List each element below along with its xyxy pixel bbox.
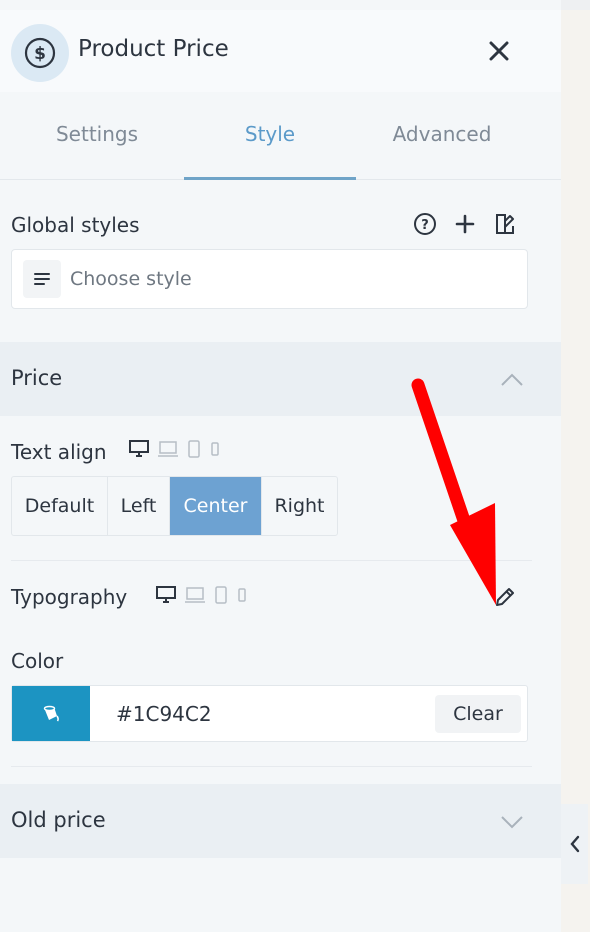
align-center-button[interactable]: Center — [170, 477, 262, 535]
edit-style-icon[interactable] — [492, 211, 518, 237]
paint-bucket-icon — [43, 705, 59, 721]
svg-text:$: $ — [34, 44, 46, 64]
desktop-icon[interactable] — [156, 586, 176, 604]
color-label: Color — [11, 649, 64, 673]
plus-icon[interactable] — [452, 211, 478, 237]
mobile-icon[interactable] — [209, 440, 221, 458]
typography-label: Typography — [11, 585, 128, 609]
desktop-icon[interactable] — [129, 440, 149, 458]
tab-advanced[interactable]: Advanced — [356, 122, 528, 146]
text-align-segmented-control: Default Left Center Right — [11, 476, 338, 536]
laptop-icon[interactable] — [184, 586, 206, 604]
tab-settings[interactable]: Settings — [11, 122, 183, 146]
tablet-icon[interactable] — [187, 440, 201, 458]
old-price-section-label: Old price — [11, 808, 106, 832]
panel-header: $ Product Price — [0, 10, 561, 92]
align-right-button[interactable]: Right — [262, 477, 337, 535]
style-panel: $ Product Price Settings Style Advanced … — [0, 0, 561, 932]
chevron-down-icon[interactable] — [498, 808, 526, 836]
global-style-select[interactable]: Choose style — [11, 249, 528, 309]
select-placeholder: Choose style — [70, 268, 192, 290]
color-hex-value[interactable]: #1C94C2 — [116, 702, 212, 726]
canvas-edge — [561, 0, 590, 932]
text-align-responsive-devices — [129, 440, 221, 458]
close-icon[interactable] — [484, 36, 514, 66]
chevron-left-icon — [569, 835, 579, 853]
old-price-section-header[interactable]: Old price — [0, 784, 561, 858]
collapse-panel-button[interactable] — [561, 804, 588, 884]
align-left-button[interactable]: Left — [108, 477, 170, 535]
clear-color-button[interactable]: Clear — [435, 695, 521, 733]
text-align-label: Text align — [11, 440, 107, 464]
laptop-icon[interactable] — [157, 440, 179, 458]
dollar-circle-icon: $ — [11, 24, 69, 82]
panel-title: Product Price — [78, 36, 229, 62]
tab-bar: Settings Style Advanced — [0, 92, 561, 180]
color-swatch[interactable] — [12, 686, 90, 741]
global-styles-label: Global styles — [11, 213, 140, 237]
price-section-label: Price — [11, 366, 63, 390]
typography-responsive-devices — [156, 586, 248, 604]
divider — [11, 766, 532, 767]
tab-style[interactable]: Style — [184, 122, 356, 146]
help-icon[interactable]: ? — [412, 211, 438, 237]
red-arrow-annotation — [411, 378, 496, 605]
canvas-edge-top — [561, 0, 590, 10]
color-picker-field[interactable]: #1C94C2 Clear — [11, 685, 528, 742]
mobile-icon[interactable] — [236, 586, 248, 604]
svg-text:?: ? — [421, 218, 429, 233]
menu-lines-icon — [23, 260, 61, 298]
tablet-icon[interactable] — [214, 586, 228, 604]
active-tab-indicator — [184, 177, 356, 180]
global-styles-actions: ? — [412, 211, 518, 237]
align-default-button[interactable]: Default — [12, 477, 108, 535]
